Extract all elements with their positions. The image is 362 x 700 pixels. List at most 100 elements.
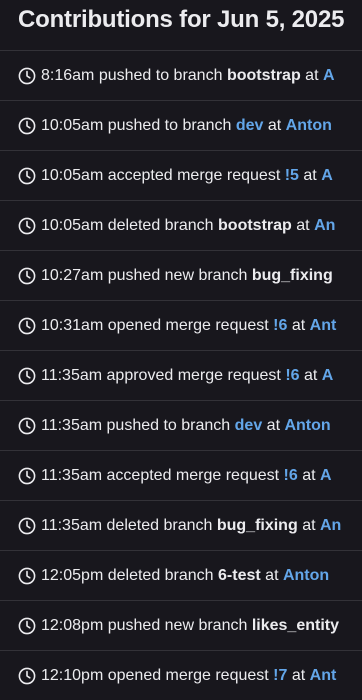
event-text: 10:31am opened merge request !6 at Ant [41,317,336,335]
event-target-branch: likes_entity [251,616,339,634]
event-target-branch: bug_fixing [216,516,298,534]
event-suffix: at [302,466,316,484]
clock-icon [18,367,36,384]
event-text: 10:27am pushed new branch bug_fixing [41,267,333,285]
clock-icon [18,667,36,684]
event-text: 12:10pm opened merge request !7 at Ant [41,667,336,685]
list-item: 12:05pm deleted branch 6-test at Anton [0,550,362,600]
event-suffix: at [302,516,316,534]
clock-icon [18,67,36,84]
event-target-link[interactable]: dev [236,117,264,134]
clock-icon [18,467,36,484]
event-time: 12:05pm [41,566,104,584]
project-link[interactable]: Anton [283,567,329,584]
event-text: 11:35am approved merge request !6 at A [41,367,333,385]
clock-icon [18,617,36,634]
event-action: approved merge request [106,366,281,384]
project-link[interactable]: Ant [310,667,337,684]
event-time: 10:27am [41,266,104,284]
event-suffix: at [291,666,306,684]
contributions-page: Contributions for Jun 5, 2025 8:16am pus… [0,0,362,700]
event-suffix: at [291,316,306,334]
event-action: opened merge request [107,666,269,684]
list-item: 10:05am accepted merge request !5 at A [0,150,362,200]
event-action: opened merge request [107,316,269,334]
event-text: 11:35am accepted merge request !6 at A [41,467,332,485]
project-link[interactable]: Ant [310,317,337,334]
event-action: pushed to branch [106,416,231,434]
list-item: 10:05am pushed to branch dev at Anton [0,100,362,150]
event-time: 11:35am [41,416,103,434]
event-action: pushed to branch [98,66,223,84]
event-time: 12:10pm [41,666,104,684]
event-time: 11:35am [41,366,103,384]
list-item: 10:31am opened merge request !6 at Ant [0,300,362,350]
list-item: 10:05am deleted branch bootstrap at An [0,200,362,250]
event-target-link[interactable]: !6 [285,367,299,384]
clock-icon [18,317,36,334]
event-text: 12:05pm deleted branch 6-test at Anton [41,567,329,585]
event-target-branch: 6-test [218,566,261,584]
event-target-branch: bootstrap [218,216,292,234]
event-target-link[interactable]: !7 [273,667,287,684]
event-action: deleted branch [106,516,213,534]
project-link[interactable]: A [323,67,335,84]
project-link[interactable]: A [321,167,333,184]
project-link[interactable]: An [320,517,341,534]
event-time: 10:05am [41,216,104,234]
list-item: 8:16am pushed to branch bootstrap at A [0,50,362,100]
event-target-link[interactable]: !6 [284,467,298,484]
event-time: 12:08pm [41,616,104,634]
event-suffix: at [305,66,319,84]
event-action: accepted merge request [107,166,281,184]
clock-icon [18,417,36,434]
project-link[interactable]: A [320,467,332,484]
event-time: 8:16am [41,66,95,84]
list-item: 11:35am approved merge request !6 at A [0,350,362,400]
event-action: pushed new branch [107,616,248,634]
event-suffix: at [265,566,279,584]
event-target-link[interactable]: dev [235,417,263,434]
event-time: 10:05am [41,166,104,184]
event-suffix: at [267,116,282,134]
event-text: 10:05am pushed to branch dev at Anton [41,117,332,135]
project-link[interactable]: A [322,367,334,384]
list-item: 10:27am pushed new branch bug_fixing [0,250,362,300]
list-item: 11:35am accepted merge request !6 at A [0,450,362,500]
event-action: deleted branch [107,566,214,584]
page-title: Contributions for Jun 5, 2025 [18,6,345,33]
clock-icon [18,117,36,134]
list-item: 11:35am deleted branch bug_fixing at An [0,500,362,550]
clock-icon [18,267,36,284]
event-target-branch: bootstrap [226,66,301,84]
list-item: 12:10pm opened merge request !7 at Ant [0,650,362,700]
event-text: 10:05am accepted merge request !5 at A [41,167,333,185]
event-target-link[interactable]: !5 [285,167,299,184]
event-time: 11:35am [41,466,103,484]
event-text: 12:08pm pushed new branch likes_entity [41,617,339,635]
event-suffix: at [304,366,318,384]
clock-icon [18,567,36,584]
clock-icon [18,167,36,184]
event-action: deleted branch [107,216,214,234]
event-target-branch: bug_fixing [251,266,333,284]
event-action: pushed to branch [107,116,232,134]
event-time: 10:31am [41,316,104,334]
event-text: 11:35am pushed to branch dev at Anton [41,417,331,435]
event-suffix: at [266,416,281,434]
event-suffix: at [303,166,317,184]
clock-icon [18,217,36,234]
event-text: 10:05am deleted branch bootstrap at An [41,217,335,235]
project-link[interactable]: Anton [284,417,330,434]
event-text: 8:16am pushed to branch bootstrap at A [41,67,335,85]
event-text: 11:35am deleted branch bug_fixing at An [41,517,341,535]
event-suffix: at [296,216,310,234]
project-link[interactable]: An [314,217,335,234]
contribution-list: 8:16am pushed to branch bootstrap at A 1… [0,50,362,700]
list-item: 11:35am pushed to branch dev at Anton [0,400,362,450]
event-time: 11:35am [41,516,103,534]
project-link[interactable]: Anton [286,117,332,134]
event-action: accepted merge request [106,466,280,484]
event-target-link[interactable]: !6 [273,317,287,334]
list-item: 12:08pm pushed new branch likes_entity [0,600,362,650]
